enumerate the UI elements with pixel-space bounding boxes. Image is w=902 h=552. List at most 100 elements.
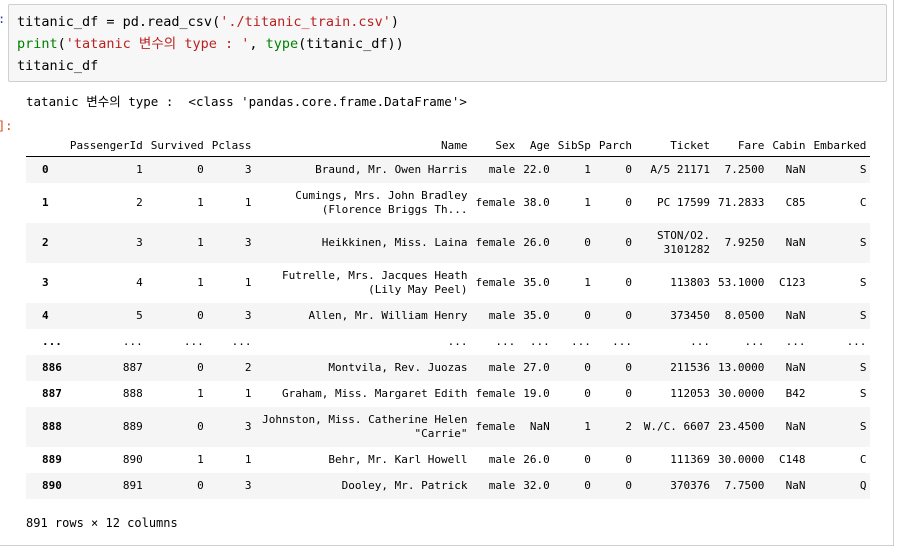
table-cell: 0 <box>584 453 591 466</box>
column-header: PassengerId <box>65 135 147 157</box>
table-cell: Futrelle, Mrs. Jacques Heath (Lily May P… <box>282 268 468 296</box>
table-cell: 0 <box>625 361 632 374</box>
table-cell: 0 <box>625 479 632 492</box>
table-cell: 3 <box>244 309 252 322</box>
table-cell: B42 <box>785 387 806 400</box>
table-cell: 0 <box>625 236 632 249</box>
table-cell: C85 <box>785 196 806 209</box>
table-cell: Graham, Miss. Margaret Edith <box>282 386 468 400</box>
stdout-output: tatanic 변수의 type : <class 'pandas.core.f… <box>26 94 467 109</box>
table-cell: 3 <box>244 479 252 492</box>
table-cell: 2 <box>625 420 632 433</box>
table-cell: 7.2500 <box>724 163 765 177</box>
table-cell: 0 <box>197 420 204 433</box>
table-cell: NaN <box>785 361 806 374</box>
table-cell: 30.0000 <box>717 387 765 400</box>
dataframe-shape: 891 rows × 12 columns <box>26 516 178 530</box>
table-cell: 890 <box>122 453 143 466</box>
table-cell: 1 <box>197 387 204 400</box>
table-cell: 32.0 <box>523 479 550 492</box>
column-header: Parch <box>594 135 636 157</box>
row-index: ... <box>42 335 62 348</box>
table-cell: 1 <box>197 453 204 466</box>
table-cell: Johnston, Miss. Catherine Helen "Carrie" <box>262 412 468 440</box>
table-cell: S <box>859 309 867 322</box>
code-line-2: print('tatanic 변수의 type : ', type(titani… <box>17 36 404 52</box>
table-row: 889 890 1 1 Behr, Mr. Karl Howell male 26.0 0 0 1… <box>26 447 870 473</box>
table-cell: S <box>859 420 867 433</box>
table-cell: 1 <box>584 420 591 433</box>
table-cell: 370376 <box>670 478 710 492</box>
table-cell: ... <box>447 334 468 348</box>
table-cell: 1 <box>244 387 252 400</box>
table-cell: ... <box>231 335 252 348</box>
table-cell: 2 <box>244 361 252 374</box>
table-cell: 1 <box>584 196 591 209</box>
table-cell: NaN <box>785 309 806 322</box>
table-cell: 0 <box>584 309 591 322</box>
table-cell: 1 <box>244 453 252 466</box>
table-cell: 887 <box>122 361 143 374</box>
table-cell: 889 <box>122 420 143 433</box>
table-cell: NaN <box>785 163 806 177</box>
table-row: 1 2 1 1 Cumings, Mrs. John Bradley (Florence… <box>26 183 870 223</box>
table-cell: ... <box>122 335 143 348</box>
table-cell: 0 <box>625 387 632 400</box>
code-line-1: titanic_df = pd.read_csv('./titanic_trai… <box>17 14 400 30</box>
input-prompt: : <box>0 12 5 26</box>
table-cell: C <box>859 453 867 466</box>
column-header: Fare <box>713 135 769 157</box>
table-cell: S <box>859 276 867 289</box>
table-cell: 111369 <box>670 452 710 466</box>
column-header: Embarked <box>809 135 871 157</box>
row-index: 4 <box>42 309 49 322</box>
table-cell: 1 <box>584 276 591 289</box>
table-cell: ... <box>570 335 591 348</box>
table-row: 2 3 1 3 Heikkinen, Miss. Laina female 26.0 0 0 ST… <box>26 222 871 263</box>
table-cell: 1 <box>584 163 591 177</box>
table-cell: 1 <box>244 196 252 209</box>
table-cell: 0 <box>584 361 591 374</box>
table-cell: 0 <box>625 309 632 322</box>
table-cell: 26.0 <box>523 453 550 466</box>
table-cell: male <box>488 479 516 492</box>
row-index: 1 <box>42 196 49 209</box>
table-cell: C148 <box>778 453 806 466</box>
column-header: Name <box>255 135 472 157</box>
table-cell: ... <box>744 335 765 348</box>
row-index: 890 <box>42 479 62 492</box>
table-cell: ... <box>183 335 204 348</box>
dataframe-table: PassengerId Survived Pclass Name Sex Age SibSp… <box>26 135 871 499</box>
table-cell: C123 <box>778 276 806 289</box>
code-editor[interactable]: titanic_df = pd.read_csv('./titanic_trai… <box>8 4 887 82</box>
table-row: 890 891 0 3 Dooley, Mr. Patrick male 32.0 0 0 370… <box>26 472 871 499</box>
output-prompt: ]: <box>0 119 13 133</box>
table-cell: NaN <box>529 420 550 433</box>
table-cell: Dooley, Mr. Patrick <box>341 478 468 492</box>
table-cell: 1 <box>244 276 252 289</box>
table-cell: 1 <box>197 196 204 209</box>
table-header-row: PassengerId Survived Pclass Name Sex Age SibSp… <box>26 135 871 157</box>
table-cell: NaN <box>785 236 806 249</box>
table-cell: 211536 <box>670 360 710 374</box>
table-cell: female <box>475 387 516 400</box>
column-header <box>26 135 66 157</box>
table-cell: 0 <box>584 479 591 492</box>
table-cell: ... <box>495 335 516 348</box>
column-header: Age <box>519 135 554 157</box>
table-cell: 53.1000 <box>717 276 765 289</box>
row-index: 0 <box>42 163 49 177</box>
table-cell: 38.0 <box>523 196 550 209</box>
table-row: 3 4 1 1 Futrelle, Mrs. Jacques Heath (Lily M… <box>26 263 870 303</box>
table-cell: 113803 <box>670 275 710 289</box>
table-cell: male <box>488 309 516 322</box>
table-cell: 23.4500 <box>717 420 765 433</box>
table-cell: 0 <box>584 236 591 249</box>
table-cell: 0 <box>197 163 204 177</box>
table-row: 888 889 0 3 Johnston, Miss. Catherine Helen … <box>26 406 871 447</box>
table-cell: male <box>488 163 516 177</box>
table-cell: 112053 <box>670 386 710 400</box>
table-cell: NaN <box>785 420 806 433</box>
row-index: 3 <box>42 276 49 289</box>
column-header: Sex <box>471 135 520 157</box>
